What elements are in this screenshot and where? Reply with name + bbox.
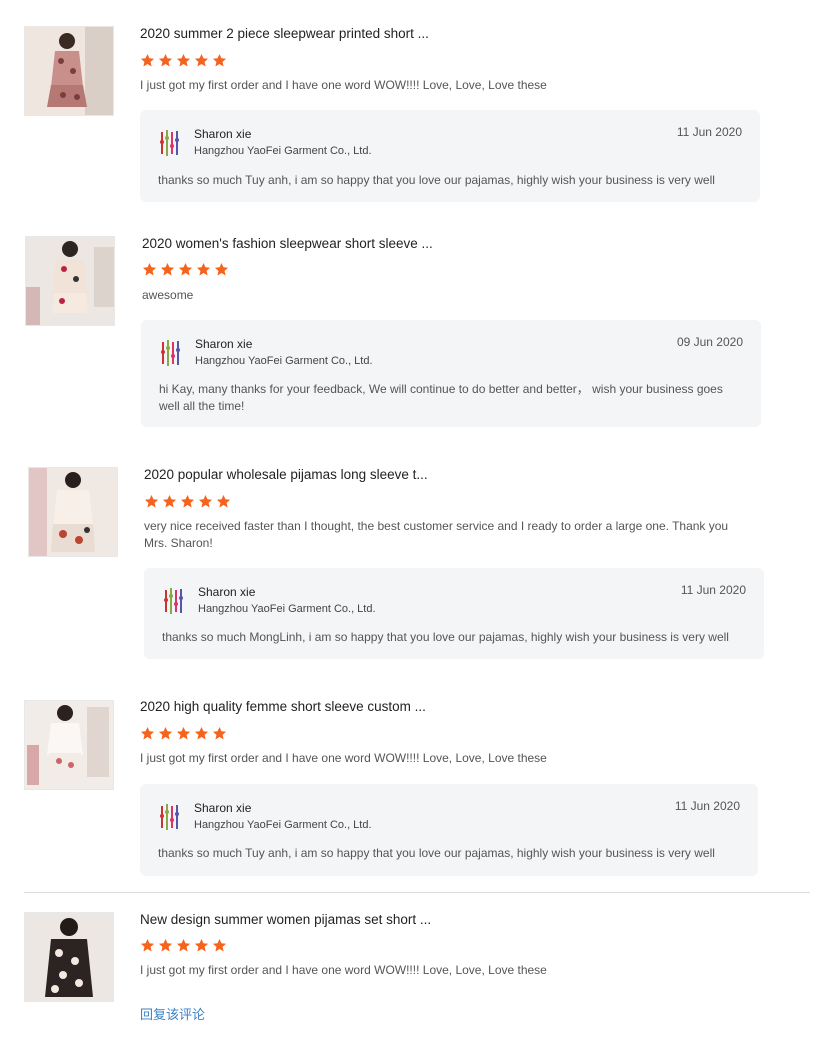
- product-photo-icon: [26, 237, 114, 325]
- review-comment: I just got my first order and I have one…: [140, 78, 547, 92]
- seller-logo-icon: [160, 130, 179, 156]
- star-icon: [160, 262, 175, 276]
- star-icon: [178, 262, 193, 276]
- product-title[interactable]: 2020 high quality femme short sleeve cus…: [140, 699, 426, 714]
- seller-name: Sharon xie: [194, 127, 252, 141]
- star-icon: [158, 726, 173, 740]
- star-icon: [214, 262, 229, 276]
- seller-name: Sharon xie: [195, 337, 253, 351]
- seller-reply: Sharon xie Hangzhou YaoFei Garment Co., …: [140, 784, 758, 876]
- reply-text: thanks so much MongLinh, i am so happy t…: [162, 630, 729, 644]
- star-icon: [144, 494, 159, 508]
- seller-reply: Sharon xie Hangzhou YaoFei Garment Co., …: [144, 568, 764, 659]
- product-thumbnail[interactable]: [25, 236, 115, 326]
- star-icon: [212, 938, 227, 952]
- seller-company: Hangzhou YaoFei Garment Co., Ltd.: [194, 145, 372, 157]
- reply-date: 11 Jun 2020: [676, 125, 742, 139]
- product-title[interactable]: 2020 popular wholesale pijamas long slee…: [144, 467, 428, 482]
- star-icon: [158, 53, 173, 67]
- seller-name: Sharon xie: [198, 585, 256, 599]
- star-icon: [140, 726, 155, 740]
- seller-reply: Sharon xie Hangzhou YaoFei Garment Co., …: [141, 320, 761, 427]
- product-thumbnail[interactable]: [24, 26, 114, 116]
- star-rating: [144, 494, 231, 510]
- product-photo-icon: [25, 27, 113, 115]
- star-icon: [198, 494, 213, 508]
- star-rating: [140, 53, 227, 69]
- star-icon: [140, 938, 155, 952]
- product-title[interactable]: 2020 summer 2 piece sleepwear printed sh…: [140, 26, 429, 41]
- review-comment: very nice received faster than I thought…: [144, 519, 729, 550]
- star-icon: [194, 53, 209, 67]
- star-rating: [140, 938, 227, 954]
- star-icon: [194, 726, 209, 740]
- reply-date: 11 Jun 2020: [680, 583, 746, 597]
- seller-reply: Sharon xie Hangzhou YaoFei Garment Co., …: [140, 110, 760, 202]
- product-title[interactable]: 2020 women's fashion sleepwear short sle…: [142, 236, 433, 251]
- seller-company: Hangzhou YaoFei Garment Co., Ltd.: [195, 355, 373, 367]
- star-rating: [140, 726, 227, 742]
- star-icon: [140, 53, 155, 67]
- review-comment: awesome: [142, 288, 194, 302]
- product-thumbnail[interactable]: [24, 912, 114, 1002]
- star-icon: [180, 494, 195, 508]
- reply-text: thanks so much Tuy anh, i am so happy th…: [158, 846, 715, 860]
- star-icon: [216, 494, 231, 508]
- star-icon: [176, 53, 191, 67]
- seller-company: Hangzhou YaoFei Garment Co., Ltd.: [194, 819, 372, 831]
- star-icon: [212, 726, 227, 740]
- star-icon: [176, 726, 191, 740]
- reply-to-review-link[interactable]: 回复该评论: [140, 1004, 205, 1023]
- star-icon: [162, 494, 177, 508]
- reply-date: 11 Jun 2020: [674, 799, 740, 813]
- star-icon: [196, 262, 211, 276]
- star-icon: [194, 938, 209, 952]
- seller-name: Sharon xie: [194, 801, 252, 815]
- product-photo-icon: [25, 701, 113, 789]
- reply-text: thanks so much Tuy anh, i am so happy th…: [158, 173, 715, 187]
- product-photo-icon: [29, 468, 117, 556]
- seller-logo-icon: [161, 340, 180, 366]
- review-comment: I just got my first order and I have one…: [140, 963, 547, 977]
- seller-logo-icon: [160, 804, 179, 830]
- product-thumbnail[interactable]: [28, 467, 118, 557]
- seller-company: Hangzhou YaoFei Garment Co., Ltd.: [198, 603, 376, 615]
- product-photo-icon: [25, 913, 113, 1001]
- seller-logo-icon: [164, 588, 183, 614]
- product-title[interactable]: New design summer women pijamas set shor…: [140, 912, 431, 927]
- star-icon: [142, 262, 157, 276]
- star-icon: [212, 53, 227, 67]
- product-thumbnail[interactable]: [24, 700, 114, 790]
- star-rating: [142, 262, 229, 278]
- star-icon: [176, 938, 191, 952]
- reply-date: 09 Jun 2020: [676, 335, 743, 349]
- reply-text: hi Kay, many thanks for your feedback, W…: [159, 382, 723, 413]
- section-divider: [24, 892, 810, 893]
- review-comment: I just got my first order and I have one…: [140, 751, 547, 765]
- star-icon: [158, 938, 173, 952]
